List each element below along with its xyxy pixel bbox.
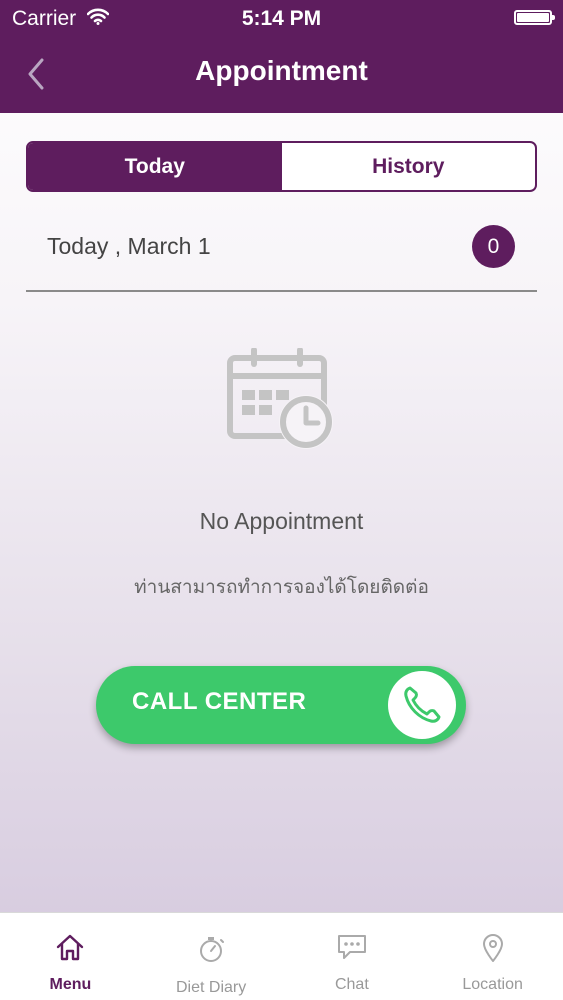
call-center-button[interactable]: CALL CENTER: [96, 666, 466, 744]
chat-icon: [337, 935, 366, 959]
battery-icon: [514, 10, 555, 25]
appointment-screen: Carrier 5:14 PM Appointment Today Histor…: [0, 0, 563, 1000]
stopwatch-icon: [200, 937, 225, 962]
divider: [26, 290, 537, 292]
tab-bar: Menu Diet Diary Chat Location: [0, 912, 563, 1000]
phone-icon-circle: [388, 671, 456, 739]
home-icon: [57, 934, 84, 961]
appointment-count-badge: 0: [472, 225, 515, 268]
tab-label: Menu: [49, 976, 92, 993]
page-title: Appointment: [195, 55, 368, 86]
empty-state-subtitle: ท่านสามารถทำการจองได้โดยติดต่อ: [134, 577, 429, 598]
header: Carrier 5:14 PM Appointment: [0, 0, 563, 113]
tab-label: Location: [462, 976, 523, 993]
phone-icon: [404, 686, 441, 723]
tab-menu[interactable]: Menu: [0, 913, 141, 1000]
tab-location[interactable]: Location: [422, 913, 563, 1000]
empty-state-title: No Appointment: [199, 508, 364, 534]
tab-chat[interactable]: Chat: [282, 913, 423, 1000]
status-bar: Carrier 5:14 PM: [0, 0, 563, 38]
tab-history[interactable]: History: [282, 143, 536, 190]
tab-diet-diary[interactable]: Diet Diary: [141, 913, 282, 1000]
calendar-clock-icon: [227, 348, 333, 449]
date-label: Today , March 1: [47, 233, 211, 259]
location-pin-icon: [482, 934, 503, 962]
call-center-label: CALL CENTER: [132, 688, 307, 715]
segmented-control: Today History: [26, 141, 537, 192]
tab-today[interactable]: Today: [28, 143, 282, 190]
tab-label: Diet Diary: [176, 979, 247, 996]
status-time: 5:14 PM: [241, 7, 322, 30]
tab-label: Chat: [334, 976, 369, 993]
